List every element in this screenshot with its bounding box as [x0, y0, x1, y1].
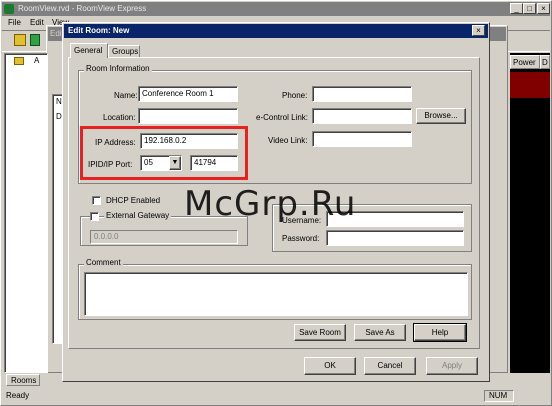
- dhcp-checkbox[interactable]: [92, 196, 101, 205]
- tree-item[interactable]: A: [34, 56, 39, 66]
- list-letter-n: N: [56, 97, 62, 106]
- close-button[interactable]: ×: [537, 3, 550, 14]
- gateway-label: External Gateway: [104, 211, 172, 221]
- name-value: Conference Room 1: [142, 89, 214, 98]
- location-field[interactable]: [138, 108, 238, 124]
- list-letter-d: D: [56, 112, 62, 121]
- toolbar-open-icon[interactable]: [14, 34, 26, 46]
- location-label: Location:: [103, 113, 136, 122]
- status-text: Ready: [6, 391, 30, 400]
- column-header-power-label: Power: [513, 58, 536, 67]
- highlight-box: [80, 126, 248, 180]
- video-link-label: Video Link:: [268, 136, 308, 145]
- help-button[interactable]: Help: [413, 323, 467, 342]
- selected-row[interactable]: [510, 72, 550, 98]
- app-icon: [4, 4, 14, 14]
- tree-folder-icon: [14, 57, 24, 65]
- phone-label: Phone:: [282, 91, 308, 100]
- rooms-tab-label: Rooms: [11, 376, 37, 385]
- menu-edit[interactable]: Edit: [30, 18, 44, 28]
- gateway-value: 0.0.0.0: [94, 232, 119, 241]
- rooms-tab[interactable]: Rooms: [6, 374, 40, 386]
- maximize-button[interactable]: □: [523, 3, 536, 14]
- save-room-button[interactable]: Save Room: [294, 324, 346, 341]
- name-label: Name:: [114, 91, 138, 100]
- name-field[interactable]: Conference Room 1: [138, 86, 238, 102]
- toolbar-new-icon[interactable]: [30, 34, 40, 46]
- main-titlebar[interactable]: RoomView.rvd - RoomView Express: [2, 2, 550, 16]
- apply-button[interactable]: Apply: [426, 357, 478, 375]
- comment-group-label: Comment: [84, 258, 123, 268]
- gateway-field[interactable]: 0.0.0.0: [90, 230, 238, 244]
- watermark: McGrp.Ru: [184, 184, 357, 224]
- right-panel: [510, 53, 550, 373]
- econtrol-label: e-Control Link:: [256, 113, 309, 122]
- tab-general[interactable]: General: [70, 43, 108, 58]
- cancel-button[interactable]: Cancel: [364, 357, 416, 375]
- menu-file[interactable]: File: [8, 18, 21, 28]
- tab-general-label: General: [74, 46, 103, 55]
- comment-field[interactable]: [84, 272, 468, 316]
- video-link-field[interactable]: [312, 131, 412, 147]
- status-bar: Ready NUM: [2, 388, 550, 404]
- room-info-group-label: Room Information: [84, 64, 152, 74]
- tree-pane[interactable]: [4, 53, 48, 373]
- main-window-title: RoomView.rvd - RoomView Express: [18, 4, 147, 13]
- column-header-d-label: D: [542, 58, 548, 67]
- phone-field[interactable]: [312, 86, 412, 102]
- tab-groups-label: Groups: [112, 47, 139, 56]
- dialog-close-button[interactable]: ×: [472, 25, 485, 36]
- gateway-checkbox[interactable]: [90, 212, 99, 221]
- minimize-button[interactable]: _: [510, 3, 523, 14]
- ok-button[interactable]: OK: [304, 357, 356, 375]
- dhcp-label: DHCP Enabled: [106, 196, 161, 205]
- save-as-button[interactable]: Save As: [354, 324, 406, 341]
- column-header-d[interactable]: D: [540, 55, 550, 69]
- password-label: Password:: [282, 234, 320, 243]
- browse-button[interactable]: Browse...: [416, 108, 466, 124]
- econtrol-field[interactable]: [312, 108, 412, 124]
- dialog-title: Edit Room: New: [68, 26, 130, 35]
- status-num-pane: NUM: [484, 390, 514, 402]
- dialog-titlebar[interactable]: Edit Room: New: [64, 24, 488, 38]
- column-header-power[interactable]: Power: [510, 55, 540, 69]
- password-field[interactable]: [326, 230, 464, 246]
- status-num: NUM: [489, 391, 508, 400]
